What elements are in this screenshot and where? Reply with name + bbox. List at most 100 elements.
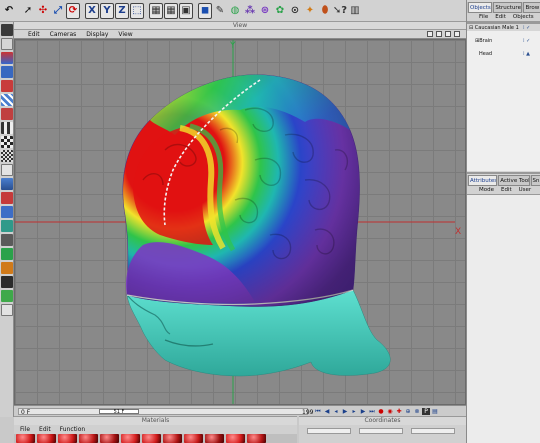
- tab-objects[interactable]: Objects: [468, 2, 493, 13]
- tag-icon[interactable]: ⬮: [318, 3, 332, 19]
- use-object-icon[interactable]: [1, 38, 13, 50]
- light-icon[interactable]: ✦: [303, 3, 317, 19]
- coordinate-field[interactable]: [411, 428, 455, 434]
- render-region-icon[interactable]: ▦: [164, 2, 178, 19]
- pointer-help-icon[interactable]: ➘?: [333, 3, 347, 19]
- axis-x-button[interactable]: X: [85, 2, 99, 19]
- parameter-key-icon[interactable]: P: [422, 408, 430, 415]
- current-frame-field[interactable]: 51 F: [99, 409, 139, 415]
- timeline-slider[interactable]: 0 F 51 F 199 F: [18, 408, 313, 423]
- material-swatch[interactable]: [184, 434, 203, 443]
- tab-attributes[interactable]: Attributes: [468, 175, 498, 186]
- brush-tool-icon[interactable]: [1, 220, 13, 232]
- material-swatch[interactable]: [205, 434, 224, 443]
- material-swatch[interactable]: [58, 434, 77, 443]
- objects-menu-file[interactable]: File: [479, 13, 488, 21]
- viewport-menu-view[interactable]: View: [118, 31, 132, 38]
- phong-tag-icon[interactable]: ⁞ ▲: [523, 51, 530, 57]
- use-polygons-icon[interactable]: [1, 94, 13, 106]
- snap-icon[interactable]: [1, 136, 13, 148]
- array-icon[interactable]: ⁂: [243, 3, 257, 19]
- bevel-tool-icon[interactable]: [1, 304, 13, 316]
- knife-tool-icon[interactable]: [1, 234, 13, 246]
- coordinate-system-icon[interactable]: ⬚: [130, 2, 144, 19]
- viewport-maximize-icon[interactable]: [454, 31, 460, 37]
- coordinate-field[interactable]: [359, 428, 403, 434]
- live-select-icon[interactable]: [1, 290, 13, 302]
- viewport-menu-cameras[interactable]: Cameras: [50, 31, 77, 38]
- viewport-rotate-icon[interactable]: [445, 31, 451, 37]
- materials-menu-function[interactable]: Function: [60, 425, 86, 434]
- use-model-icon[interactable]: [1, 24, 13, 36]
- attributes-menu-mode[interactable]: Mode: [479, 186, 494, 194]
- nurbs-icon[interactable]: ◍: [228, 3, 242, 19]
- tab-snap[interactable]: Sn: [530, 175, 540, 186]
- materials-menu-file[interactable]: File: [20, 425, 30, 434]
- selection-tool-icon[interactable]: [1, 276, 13, 288]
- coordinate-field[interactable]: [307, 428, 351, 434]
- parametric-icon[interactable]: [1, 192, 13, 204]
- select-arrow-icon[interactable]: ➚: [21, 3, 35, 19]
- material-swatch[interactable]: [142, 434, 161, 443]
- viewport-move-icon[interactable]: [427, 31, 433, 37]
- tweak-icon[interactable]: [1, 122, 13, 134]
- scale-icon[interactable]: ⤢: [51, 3, 65, 19]
- layout-icon[interactable]: ▥: [348, 3, 362, 19]
- material-swatch[interactable]: [79, 434, 98, 443]
- spline-tool-icon[interactable]: [1, 206, 13, 218]
- scene-icon[interactable]: ✿: [273, 3, 287, 19]
- use-texture-icon[interactable]: [1, 52, 13, 64]
- visibility-dots-icon[interactable]: ⁞ ✓: [523, 38, 530, 44]
- paint-tool-icon[interactable]: [1, 262, 13, 274]
- tab-active-tool[interactable]: Active Tool: [498, 175, 530, 186]
- record-icon[interactable]: ●: [377, 408, 385, 415]
- material-swatch[interactable]: [247, 434, 266, 443]
- go-to-end-icon[interactable]: ⏭: [368, 408, 376, 415]
- objects-menu-objects[interactable]: Objects: [513, 13, 534, 21]
- viewport-zoom-icon[interactable]: [436, 31, 442, 37]
- material-swatch[interactable]: [163, 434, 182, 443]
- magnet-tool-icon[interactable]: [1, 248, 13, 260]
- axis-z-button[interactable]: Z: [115, 2, 129, 19]
- attributes-menu-user-defined[interactable]: User Defi: [519, 186, 540, 202]
- material-swatch[interactable]: [100, 434, 119, 443]
- previous-frame-icon[interactable]: ◂: [332, 408, 340, 415]
- rotate-icon[interactable]: ⟳: [66, 2, 80, 19]
- autokey-icon[interactable]: ◉: [386, 408, 394, 415]
- deformer-icon[interactable]: ⊛: [258, 3, 272, 19]
- play-icon[interactable]: ▶: [341, 408, 349, 415]
- axis-y-button[interactable]: Y: [100, 2, 114, 19]
- object-row-group[interactable]: ⊟ Caucasian Male 1: [469, 25, 519, 31]
- animation-mode-icon[interactable]: [1, 164, 13, 176]
- cube-primitive-icon[interactable]: ◼: [198, 2, 212, 19]
- lock-workplane-icon[interactable]: [1, 178, 13, 190]
- tab-browser[interactable]: Brow: [523, 2, 540, 13]
- tab-structure[interactable]: Structure: [493, 2, 523, 13]
- material-swatch[interactable]: [226, 434, 245, 443]
- next-key-icon[interactable]: ▶: [359, 408, 367, 415]
- planar-workplane-icon[interactable]: [1, 150, 13, 162]
- viewport-menu-display[interactable]: Display: [86, 31, 108, 38]
- materials-menu-edit[interactable]: Edit: [39, 425, 51, 434]
- axis-icon[interactable]: [1, 108, 13, 120]
- object-row-head[interactable]: Head: [479, 51, 492, 57]
- attributes-menu-edit[interactable]: Edit: [501, 186, 512, 194]
- use-edges-icon[interactable]: [1, 80, 13, 92]
- timeline-menu-icon[interactable]: ▤: [431, 408, 439, 415]
- objects-menu-edit[interactable]: Edit: [495, 13, 506, 21]
- go-to-start-icon[interactable]: ⏮: [314, 408, 322, 415]
- camera-icon[interactable]: ⊙: [288, 3, 302, 19]
- viewport-menu-edit[interactable]: Edit: [28, 31, 40, 38]
- use-points-icon[interactable]: [1, 66, 13, 78]
- pen-spline-icon[interactable]: ✎: [213, 3, 227, 19]
- material-swatch[interactable]: [16, 434, 35, 443]
- scale-key-icon[interactable]: ⊗: [413, 408, 421, 415]
- undo-icon[interactable]: ↶: [2, 3, 16, 19]
- render-picture-viewer-icon[interactable]: ▣: [179, 2, 193, 19]
- keyframe-selection-icon[interactable]: ✚: [395, 408, 403, 415]
- visibility-dots-icon[interactable]: ⁞ ✓: [523, 25, 530, 31]
- previous-key-icon[interactable]: ◀: [323, 408, 331, 415]
- next-frame-icon[interactable]: ▸: [350, 408, 358, 415]
- render-view-icon[interactable]: ▦: [149, 2, 163, 19]
- material-swatch[interactable]: [121, 434, 140, 443]
